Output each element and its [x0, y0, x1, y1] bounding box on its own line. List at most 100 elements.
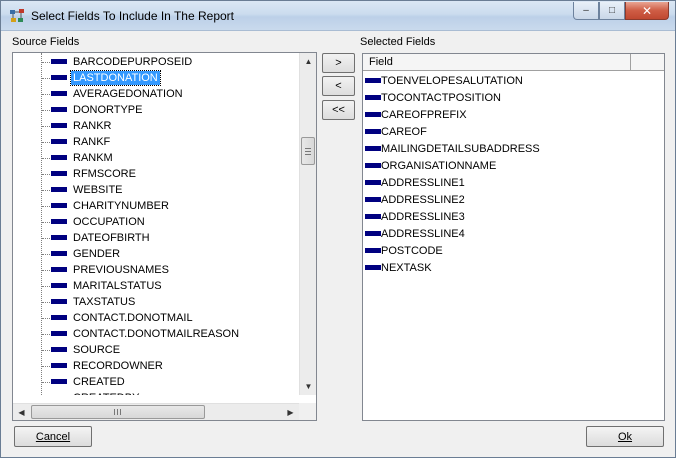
selected-field-row[interactable]: POSTCODE — [363, 243, 663, 260]
field-icon — [51, 171, 67, 176]
selected-field-row[interactable]: ADDRESSLINE4 — [363, 226, 663, 243]
source-field-item[interactable]: BARCODEPURPOSEID — [13, 54, 299, 70]
selected-field-row[interactable]: MAILINGDETAILSUBADDRESS — [363, 141, 663, 158]
title-bar[interactable]: Select Fields To Include In The Report ‒… — [1, 1, 675, 31]
field-icon — [51, 331, 67, 336]
source-field-item[interactable]: CREATEDBY — [13, 390, 299, 395]
source-field-item[interactable]: RANKF — [13, 134, 299, 150]
tree-branch — [42, 62, 50, 63]
field-icon — [51, 203, 67, 208]
field-icon — [51, 219, 67, 224]
source-field-item[interactable]: RANKM — [13, 150, 299, 166]
selected-field-label: CAREOFPREFIX — [381, 109, 467, 121]
field-icon — [51, 235, 67, 240]
source-field-item[interactable]: RFMSCORE — [13, 166, 299, 182]
source-field-item[interactable]: OCCUPATION — [13, 214, 299, 230]
selected-fields-grid[interactable]: Field TOENVELOPESALUTATION TOCONTACTPOSIT… — [362, 53, 665, 421]
tree-branch — [42, 206, 50, 207]
vertical-scroll-thumb[interactable] — [301, 137, 315, 165]
source-field-item[interactable]: AVERAGEDONATION — [13, 86, 299, 102]
source-horizontal-scrollbar[interactable]: ◀ ▶ — [13, 403, 299, 420]
tree-branch — [42, 126, 50, 127]
selected-field-row[interactable]: NEXTASK — [363, 260, 663, 277]
source-field-label: DONORTYPE — [73, 104, 143, 116]
selected-field-label: ADDRESSLINE4 — [381, 228, 465, 240]
source-field-item[interactable]: CHARITYNUMBER — [13, 198, 299, 214]
selected-field-row[interactable]: CAREOFPREFIX — [363, 107, 663, 124]
source-field-item[interactable]: TAXSTATUS — [13, 294, 299, 310]
source-field-item[interactable]: PREVIOUSNAMES — [13, 262, 299, 278]
field-icon — [51, 59, 67, 64]
scroll-down-arrow-icon[interactable]: ▼ — [300, 378, 317, 395]
add-field-button[interactable]: > — [322, 53, 355, 73]
field-icon — [365, 197, 381, 202]
grid-header: Field — [363, 54, 664, 71]
selected-field-label: CAREOF — [381, 126, 427, 138]
field-icon — [51, 379, 67, 384]
source-fields-label: Source Fields — [12, 36, 80, 48]
tree-branch — [42, 142, 50, 143]
source-field-label: RANKR — [73, 120, 112, 132]
source-vertical-scrollbar[interactable]: ▲ ▼ — [299, 53, 316, 395]
source-field-item[interactable]: WEBSITE — [13, 182, 299, 198]
close-button[interactable]: ✕ — [625, 2, 669, 20]
source-field-item[interactable]: DATEOFBIRTH — [13, 230, 299, 246]
selected-field-row[interactable]: CAREOF — [363, 124, 663, 141]
field-column-header[interactable]: Field — [363, 54, 631, 71]
scroll-up-arrow-icon[interactable]: ▲ — [300, 53, 317, 70]
field-icon — [51, 155, 67, 160]
selected-field-label: ADDRESSLINE2 — [381, 194, 465, 206]
selected-field-row[interactable]: ADDRESSLINE3 — [363, 209, 663, 226]
selected-field-row[interactable]: ORGANISATIONNAME — [363, 158, 663, 175]
field-icon — [365, 248, 381, 253]
selected-field-label: ADDRESSLINE1 — [381, 177, 465, 189]
selected-field-row[interactable]: ADDRESSLINE2 — [363, 192, 663, 209]
tree-branch — [42, 110, 50, 111]
source-field-label: CONTACT.DONOTMAIL — [73, 312, 193, 324]
source-field-item[interactable]: SOURCE — [13, 342, 299, 358]
source-field-label: WEBSITE — [73, 184, 123, 196]
source-field-item[interactable]: MARITALSTATUS — [13, 278, 299, 294]
scroll-right-arrow-icon[interactable]: ▶ — [282, 404, 299, 421]
source-field-label: BARCODEPURPOSEID — [73, 56, 193, 68]
source-tree-content: BARCODEPURPOSEID LASTDONATION AVERAGEDONAT… — [13, 53, 299, 395]
source-field-label: GENDER — [73, 248, 121, 260]
remove-field-button[interactable]: < — [322, 76, 355, 96]
tree-branch — [42, 158, 50, 159]
field-icon — [365, 112, 381, 117]
app-icon — [10, 9, 24, 22]
selected-field-row[interactable]: ADDRESSLINE1 — [363, 175, 663, 192]
source-field-item[interactable]: DONORTYPE — [13, 102, 299, 118]
field-icon — [51, 91, 67, 96]
source-field-item[interactable]: LASTDONATION — [13, 70, 299, 86]
remove-field-label: < — [335, 80, 342, 92]
field-icon — [365, 214, 381, 219]
source-field-item[interactable]: RANKR — [13, 118, 299, 134]
minimize-button[interactable]: ‒ — [573, 2, 599, 20]
source-field-label: RECORDOWNER — [73, 360, 163, 372]
selected-field-row[interactable]: TOENVELOPESALUTATION — [363, 73, 663, 90]
source-field-item[interactable]: GENDER — [13, 246, 299, 262]
remove-all-fields-button[interactable]: << — [322, 100, 355, 120]
cancel-button[interactable]: Cancel — [14, 426, 92, 447]
selected-field-row[interactable]: TOCONTACTPOSITION — [363, 90, 663, 107]
horizontal-scroll-thumb[interactable] — [31, 405, 205, 419]
source-field-label: CHARITYNUMBER — [73, 200, 169, 212]
source-fields-tree[interactable]: BARCODEPURPOSEID LASTDONATION AVERAGEDONAT… — [12, 52, 317, 421]
selected-field-label: POSTCODE — [381, 245, 443, 257]
tree-branch — [42, 94, 50, 95]
source-field-item[interactable]: CONTACT.DONOTMAILREASON — [13, 326, 299, 342]
source-field-label: DATEOFBIRTH — [73, 232, 150, 244]
source-field-label: OCCUPATION — [73, 216, 145, 228]
ok-button[interactable]: Ok — [586, 426, 664, 447]
tree-branch — [42, 270, 50, 271]
scroll-left-arrow-icon[interactable]: ◀ — [13, 404, 30, 421]
maximize-button[interactable]: □ — [599, 2, 625, 20]
field-icon — [51, 107, 67, 112]
field-icon — [51, 75, 67, 80]
source-field-item[interactable]: CONTACT.DONOTMAIL — [13, 310, 299, 326]
tree-branch — [42, 318, 50, 319]
source-field-item[interactable]: RECORDOWNER — [13, 358, 299, 374]
source-field-item[interactable]: CREATED — [13, 374, 299, 390]
tree-branch — [42, 382, 50, 383]
